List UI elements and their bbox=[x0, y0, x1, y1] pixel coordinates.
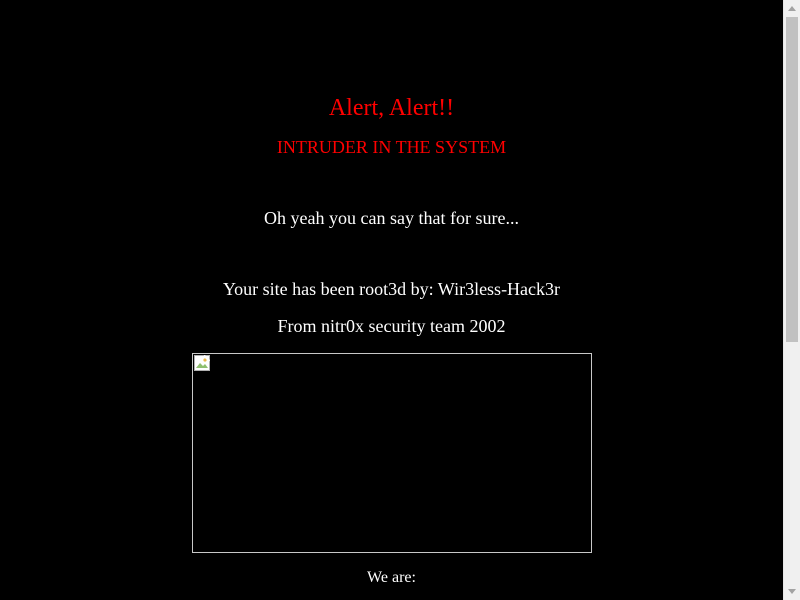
scrollbar-thumb[interactable] bbox=[786, 17, 798, 342]
team-text: From nitr0x security team 2002 bbox=[277, 316, 506, 336]
we-are-text: We are: bbox=[367, 569, 416, 586]
scroll-down-button[interactable] bbox=[784, 583, 800, 600]
chevron-down-icon bbox=[788, 589, 796, 594]
page-viewport: Alert, Alert!! INTRUDER IN THE SYSTEM Oh… bbox=[0, 0, 783, 600]
broken-image-icon bbox=[194, 355, 210, 371]
alert-heading: Alert, Alert!! bbox=[328, 95, 455, 121]
chevron-up-icon bbox=[788, 6, 796, 11]
vertical-scrollbar[interactable] bbox=[783, 0, 800, 600]
intruder-subheading: INTRUDER IN THE SYSTEM bbox=[276, 137, 507, 157]
broken-image bbox=[192, 353, 592, 553]
tagline-text: Oh yeah you can say that for sure... bbox=[264, 208, 519, 228]
root3d-by-text: Your site has been root3d by: Wir3less-H… bbox=[222, 279, 561, 299]
scroll-up-button[interactable] bbox=[784, 0, 800, 17]
